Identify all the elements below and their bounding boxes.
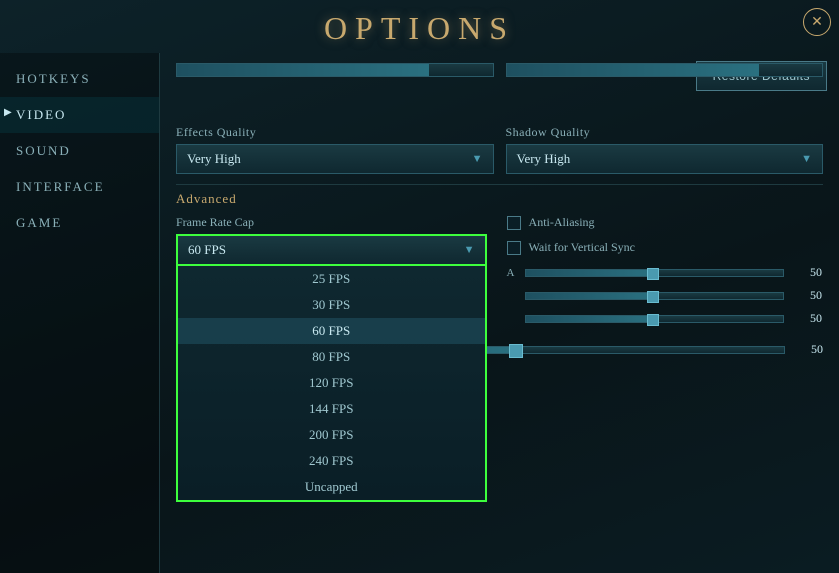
sidebar-item-video[interactable]: VIDEO [0, 97, 159, 133]
option-144fps[interactable]: 144 FPS [178, 396, 485, 422]
vsync-checkbox[interactable] [507, 241, 521, 255]
option-120fps[interactable]: 120 FPS [178, 370, 485, 396]
slider-1-thumb[interactable] [647, 268, 659, 280]
slider-row-1: A 50 [507, 265, 823, 280]
shadow-quality-group: Shadow Quality Very High ▼ [506, 125, 824, 174]
options-screen: OPTIONS ✕ HOTKEYS VIDEO SOUND INTERFACE … [0, 0, 839, 573]
option-200fps[interactable]: 200 FPS [178, 422, 485, 448]
option-25fps[interactable]: 25 FPS [178, 266, 485, 292]
slider-1-fill [526, 270, 655, 276]
sidebar-item-hotkeys[interactable]: HOTKEYS [0, 61, 159, 97]
advanced-section: Advanced ↘ Frame Rate Cap 60 FPS ▼ [176, 191, 823, 357]
frame-rate-selected-value: 60 FPS [188, 242, 226, 258]
option-uncapped[interactable]: Uncapped [178, 474, 485, 500]
color-contrast-thumb[interactable] [509, 344, 523, 358]
top-slider-left-fill [177, 64, 429, 76]
slider-row-2: 50 [507, 288, 823, 303]
effects-dropdown-arrow: ▼ [472, 153, 483, 165]
frame-rate-list: 25 FPS 30 FPS 60 FPS 80 FPS 120 FPS 144 … [176, 266, 487, 502]
option-240fps[interactable]: 240 FPS [178, 448, 485, 474]
effects-quality-group: Effects Quality Very High ▼ [176, 125, 494, 174]
content-area: Restore Defaults Effects Quality [160, 53, 839, 573]
frame-rate-arrow: ▼ [464, 244, 475, 256]
slider-2-track[interactable] [525, 292, 785, 300]
shadow-dropdown-arrow: ▼ [801, 153, 812, 165]
frame-rate-label: Frame Rate Cap [176, 215, 487, 230]
advanced-row: ↘ Frame Rate Cap 60 FPS ▼ 25 FPS 30 FPS [176, 215, 823, 334]
slider-1-value: 50 [792, 265, 822, 280]
frame-rate-group: Frame Rate Cap 60 FPS ▼ 25 FPS 30 FPS 60… [176, 215, 487, 334]
vsync-row: Wait for Vertical Sync [507, 240, 823, 255]
quality-row: Effects Quality Very High ▼ Shadow Quali… [176, 125, 823, 174]
top-slider-left [176, 63, 494, 85]
slider-2-thumb[interactable] [647, 291, 659, 303]
advanced-title: Advanced [176, 191, 823, 207]
frame-rate-selected[interactable]: 60 FPS ▼ [176, 234, 487, 266]
slider-1-label: A [507, 267, 517, 279]
sidebar: HOTKEYS VIDEO SOUND INTERFACE GAME [0, 53, 160, 573]
close-button[interactable]: ✕ [803, 8, 831, 36]
slider-3-value: 50 [792, 311, 822, 326]
frame-rate-dropdown-container: 60 FPS ▼ 25 FPS 30 FPS 60 FPS 80 FPS 120… [176, 234, 487, 266]
top-slider-right-track[interactable] [506, 63, 824, 77]
slider-2-value: 50 [792, 288, 822, 303]
page-title: OPTIONS [0, 10, 839, 47]
slider-row-3: 50 [507, 311, 823, 326]
shadow-quality-value: Very High [517, 151, 571, 167]
slider-2-fill [526, 293, 655, 299]
right-options: Anti-Aliasing Wait for Vertical Sync A [499, 215, 823, 334]
sidebar-item-game[interactable]: GAME [0, 205, 159, 241]
title-bar: OPTIONS ✕ [0, 0, 839, 53]
effects-quality-dropdown[interactable]: Very High ▼ [176, 144, 494, 174]
top-slider-left-track[interactable] [176, 63, 494, 77]
sidebar-item-sound[interactable]: SOUND [0, 133, 159, 169]
vsync-label: Wait for Vertical Sync [529, 240, 635, 255]
effects-quality-value: Very High [187, 151, 241, 167]
top-slider-right-fill [507, 64, 759, 76]
slider-3-track[interactable] [525, 315, 785, 323]
effects-quality-label: Effects Quality [176, 125, 494, 140]
slider-1-track[interactable] [525, 269, 785, 277]
sidebar-item-interface[interactable]: INTERFACE [0, 169, 159, 205]
shadow-quality-dropdown[interactable]: Very High ▼ [506, 144, 824, 174]
anti-aliasing-checkbox[interactable] [507, 216, 521, 230]
sliders-section: A 50 [507, 265, 823, 326]
slider-3-thumb[interactable] [647, 314, 659, 326]
option-80fps[interactable]: 80 FPS [178, 344, 485, 370]
color-contrast-value: 50 [793, 342, 823, 357]
option-30fps[interactable]: 30 FPS [178, 292, 485, 318]
divider-1 [176, 184, 823, 185]
shadow-quality-label: Shadow Quality [506, 125, 824, 140]
slider-3-fill [526, 316, 655, 322]
main-layout: HOTKEYS VIDEO SOUND INTERFACE GAME Resto… [0, 53, 839, 573]
option-60fps[interactable]: 60 FPS [178, 318, 485, 344]
anti-aliasing-row: Anti-Aliasing [507, 215, 823, 230]
anti-aliasing-label: Anti-Aliasing [529, 215, 595, 230]
